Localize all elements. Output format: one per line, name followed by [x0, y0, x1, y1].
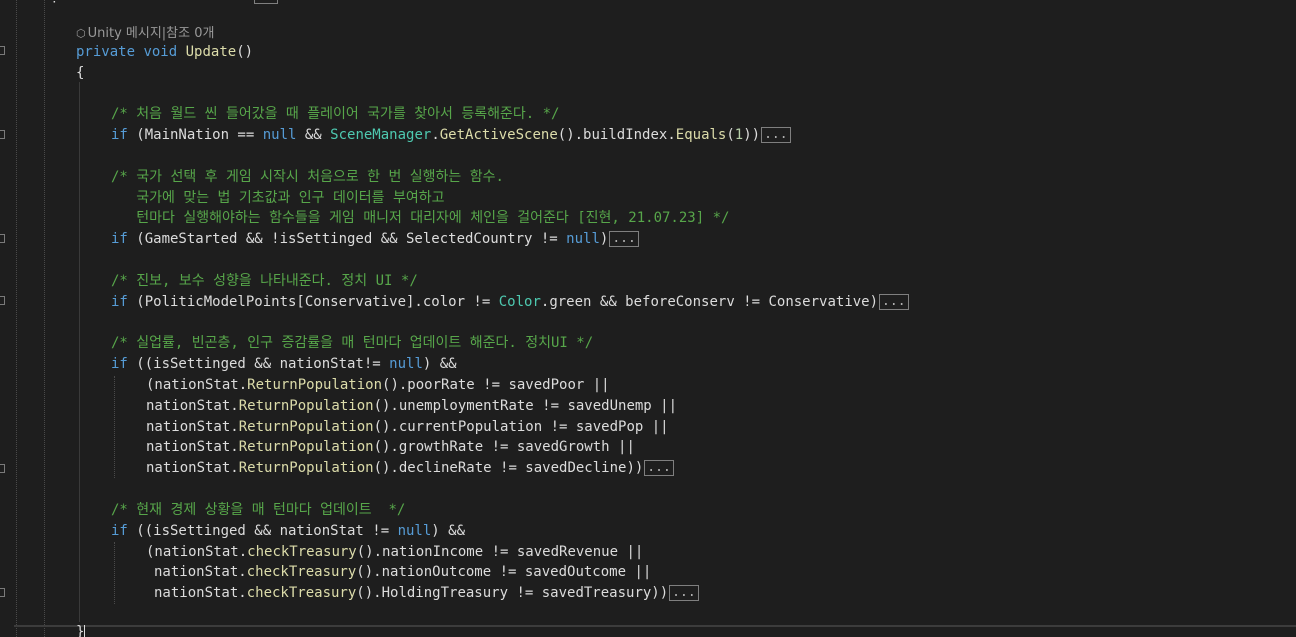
condition-line[interactable]: nationStat.ReturnPopulation().declineRat… — [146, 458, 674, 478]
collapsed-block-button[interactable]: ... — [761, 127, 791, 143]
if-statement-population[interactable]: if ((isSettinged && nationStat!= null) &… — [111, 354, 457, 374]
if-statement-game-started[interactable]: if (GameStarted && !isSettinged && Selec… — [111, 229, 639, 249]
comment-line[interactable]: 턴마다 실행해야하는 함수들을 게임 매니저 대리자에 체인을 걸어준다 [진현… — [111, 208, 729, 228]
open-brace[interactable]: { — [76, 63, 84, 83]
comment-line[interactable]: /* 현재 경제 상황을 매 턴마다 업데이트 */ — [111, 500, 405, 520]
indent-guide — [16, 0, 17, 637]
text-caret — [84, 625, 85, 637]
collapsed-block-button[interactable]: ... — [609, 231, 639, 247]
method-signature[interactable]: private void Update() — [76, 42, 253, 62]
indent-guide — [44, 0, 45, 637]
previous-line-tail: ⋰ — [52, 0, 66, 4]
indent-guide — [114, 376, 115, 478]
unity-cube-icon: ⬡ — [76, 27, 86, 40]
fold-marker[interactable] — [0, 234, 5, 243]
condition-line[interactable]: (nationStat.checkTreasury().nationIncome… — [146, 542, 643, 562]
collapsed-block-button[interactable]: ... — [879, 294, 909, 310]
indent-guide — [79, 82, 80, 622]
condition-line[interactable]: nationStat.checkTreasury().HoldingTreasu… — [154, 583, 699, 603]
comment-line[interactable]: /* 실업률, 빈곤층, 인구 증감률을 매 턴마다 업데이트 해준다. 정치U… — [111, 333, 593, 353]
comment-line[interactable]: /* 국가 선택 후 게임 시작시 처음으로 한 번 실행하는 함수. — [111, 167, 504, 187]
code-editor[interactable]: ⋰ ⬡Unity 메시지|참조 0개 private void Update()… — [0, 0, 1296, 637]
comment-line[interactable]: 국가에 맞는 법 기초값과 인구 데이터를 부여하고 — [111, 188, 444, 208]
fold-marker[interactable] — [0, 588, 5, 597]
condition-line[interactable]: nationStat.ReturnPopulation().unemployme… — [146, 396, 677, 416]
current-line-highlight — [14, 625, 1296, 627]
if-statement-politic-model[interactable]: if (PoliticModelPoints[Conservative].col… — [111, 292, 909, 312]
outline-margin — [0, 0, 14, 637]
condition-line[interactable]: nationStat.ReturnPopulation().growthRate… — [146, 437, 635, 457]
comment-line[interactable]: /* 진보, 보수 성향을 나타내준다. 정치 UI */ — [111, 271, 418, 291]
condition-line[interactable]: nationStat.ReturnPopulation().currentPop… — [146, 417, 669, 437]
collapsed-block-button[interactable]: ... — [669, 585, 699, 601]
collapsed-region-indicator[interactable] — [254, 0, 278, 4]
fold-marker[interactable] — [0, 130, 5, 139]
if-statement-main-nation[interactable]: if (MainNation == null && SceneManager.G… — [111, 125, 791, 145]
if-statement-treasury[interactable]: if ((isSettinged && nationStat != null) … — [111, 521, 465, 541]
fold-marker[interactable] — [0, 464, 5, 473]
fold-marker[interactable] — [0, 296, 5, 305]
codelens-unity-message[interactable]: ⬡ Unity 메시지|참조 0개 — [76, 24, 214, 44]
condition-line[interactable]: (nationStat.ReturnPopulation().poorRate … — [146, 375, 610, 395]
comment-line[interactable]: /* 처음 월드 씬 들어갔을 때 플레이어 국가를 찾아서 등록해준다. */ — [111, 104, 559, 124]
collapsed-block-button[interactable]: ... — [644, 460, 674, 476]
indent-guide — [114, 542, 115, 604]
fold-marker[interactable] — [0, 46, 5, 55]
condition-line[interactable]: nationStat.checkTreasury().nationOutcome… — [154, 562, 651, 582]
